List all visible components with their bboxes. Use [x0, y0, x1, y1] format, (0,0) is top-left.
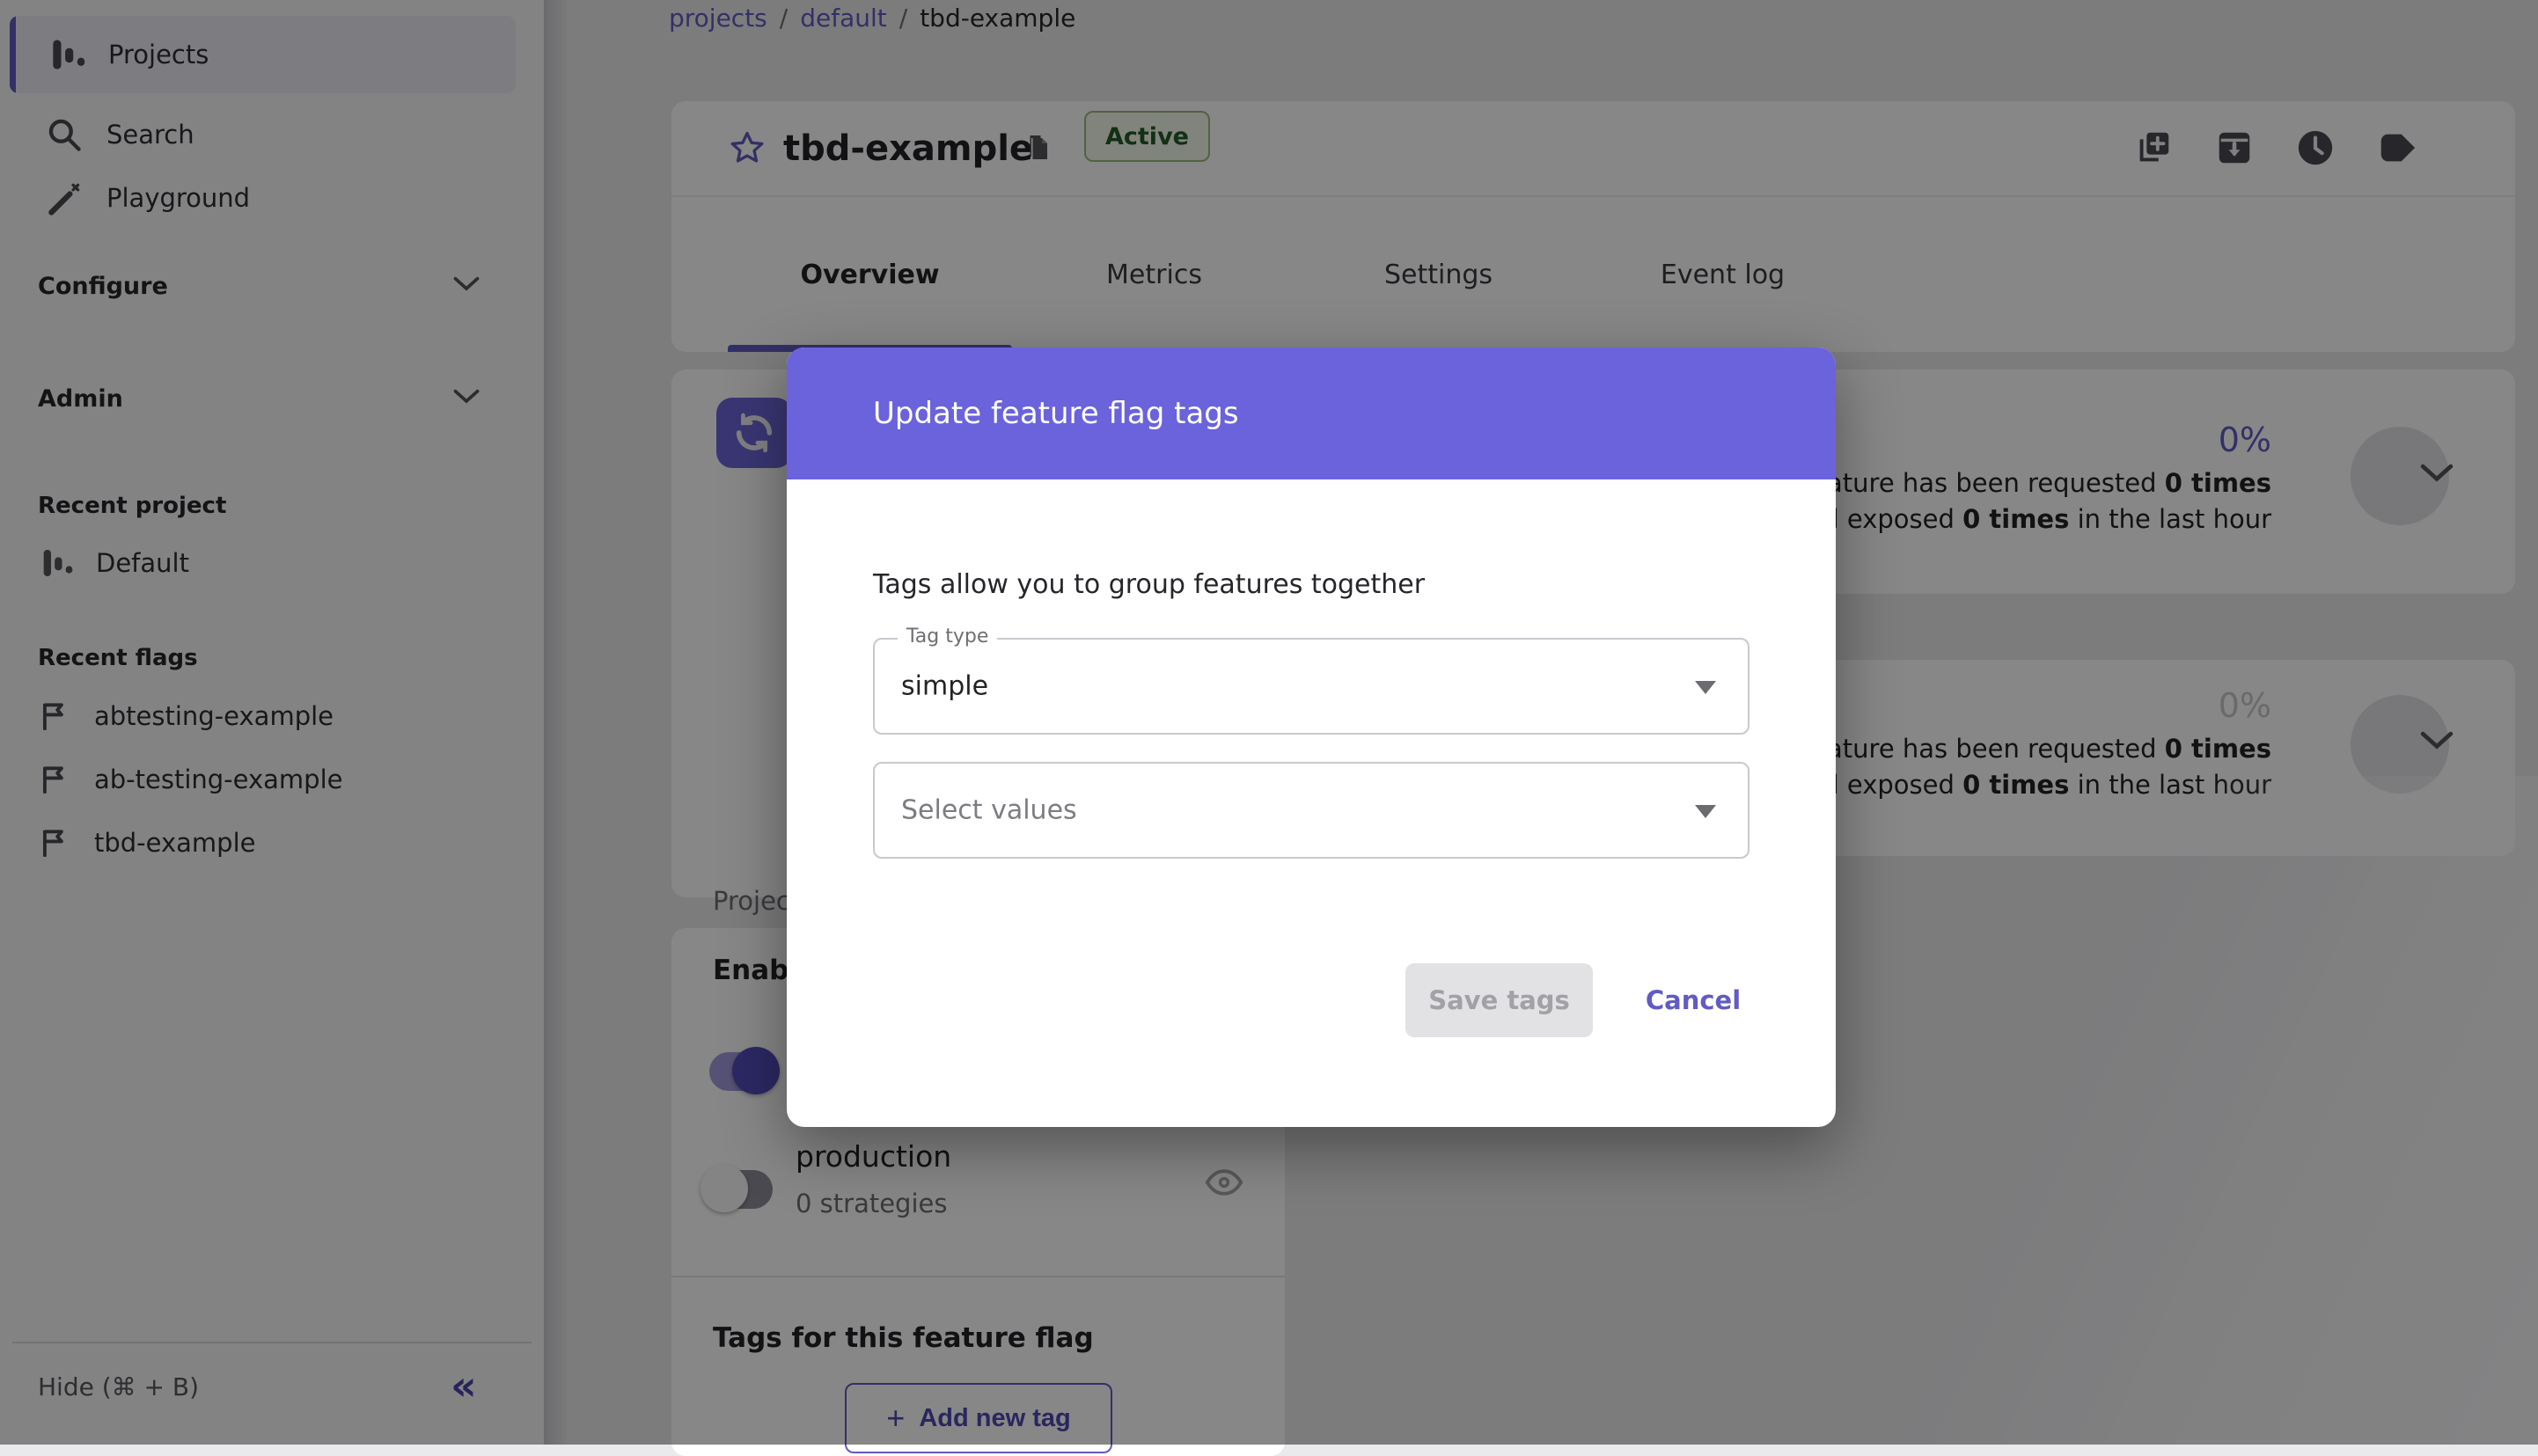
modal-description: Tags allow you to group features togethe… — [873, 569, 1426, 600]
tag-values-placeholder: Select values — [901, 794, 1077, 826]
tag-values-select[interactable]: Select values — [873, 762, 1749, 859]
tag-type-label: Tag type — [898, 626, 998, 648]
modal-title: Update feature flag tags — [873, 396, 1239, 431]
unleash-app: { "sidebar": { "items": [ { "label": "Pr… — [0, 0, 2538, 1456]
save-tags-button[interactable]: Save tags — [1405, 963, 1593, 1037]
caret-down-icon — [1695, 805, 1716, 818]
cancel-button[interactable]: Cancel — [1623, 963, 1764, 1037]
tag-type-value: simple — [901, 670, 989, 702]
modal-header: Update feature flag tags — [787, 348, 1836, 479]
caret-down-icon — [1695, 681, 1716, 694]
update-tags-modal: Update feature flag tags Tags allow you … — [787, 348, 1836, 1127]
tag-type-select[interactable]: Tag type simple — [873, 626, 1749, 735]
